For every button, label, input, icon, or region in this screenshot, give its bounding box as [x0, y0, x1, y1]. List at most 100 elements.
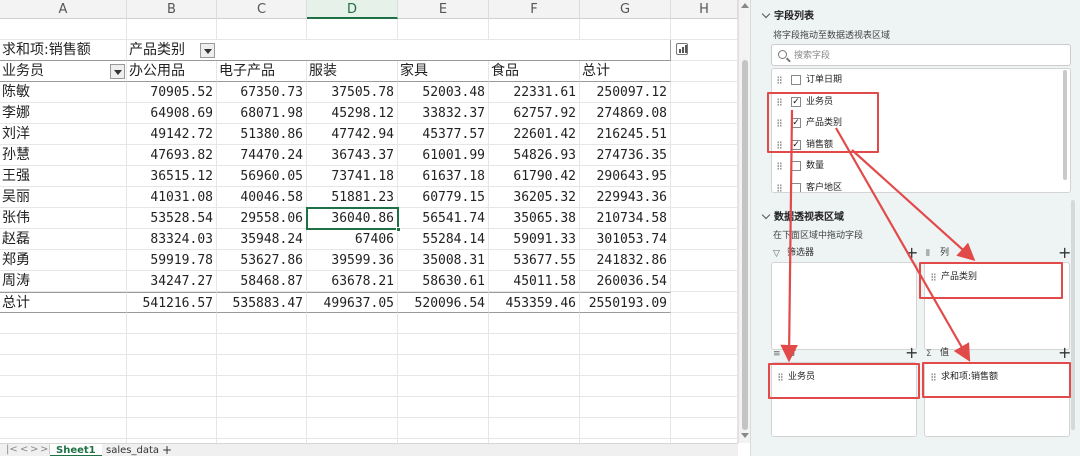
empty-cell[interactable]: [398, 418, 489, 439]
pivot-value-cell[interactable]: 59919.78: [127, 250, 217, 271]
empty-cell[interactable]: [671, 208, 738, 229]
empty-cell[interactable]: [580, 418, 671, 439]
pivot-value-cell[interactable]: 47693.82: [127, 145, 217, 166]
empty-cell[interactable]: [217, 313, 307, 334]
rows-zone[interactable]: 业务员: [771, 362, 917, 437]
column-header-h[interactable]: H: [671, 0, 738, 19]
pivot-value-cell[interactable]: 37505.78: [307, 82, 398, 103]
empty-cell[interactable]: [671, 292, 738, 313]
vertical-scrollbar[interactable]: [738, 0, 750, 443]
empty-cell[interactable]: [217, 376, 307, 397]
pivot-value-cell[interactable]: 49142.72: [127, 124, 217, 145]
field-item[interactable]: ✓ 业务员: [772, 93, 1052, 111]
empty-cell[interactable]: [217, 397, 307, 418]
pivot-value-cell[interactable]: 260036.54: [580, 271, 671, 292]
pivot-row-label[interactable]: 郑勇: [0, 250, 127, 271]
empty-cell[interactable]: [0, 334, 127, 355]
drag-handle-icon[interactable]: [777, 119, 782, 127]
pivot-value-cell[interactable]: 45377.57: [398, 124, 489, 145]
add-row-button[interactable]: +: [905, 345, 918, 361]
pivot-value-cell[interactable]: 54826.93: [489, 145, 580, 166]
pivot-category-header[interactable]: 服装: [307, 61, 398, 82]
empty-cell[interactable]: [489, 397, 580, 418]
empty-cell[interactable]: [0, 376, 127, 397]
pivot-value-label[interactable]: 求和项:销售额: [0, 40, 127, 61]
empty-cell[interactable]: [0, 19, 127, 40]
pivot-row-label[interactable]: 周涛: [0, 271, 127, 292]
empty-cell[interactable]: [398, 19, 489, 40]
pivot-grand-total-label[interactable]: 总计: [0, 292, 127, 313]
empty-cell[interactable]: [671, 229, 738, 250]
pivot-value-cell[interactable]: 53528.54: [127, 208, 217, 229]
empty-cell[interactable]: [127, 355, 217, 376]
empty-cell[interactable]: [398, 334, 489, 355]
empty-cell[interactable]: [307, 397, 398, 418]
rows-zone-field[interactable]: 业务员: [778, 369, 815, 385]
empty-cell[interactable]: [580, 313, 671, 334]
pivot-category-header[interactable]: 总计: [580, 61, 671, 82]
pivot-row-label[interactable]: 李娜: [0, 103, 127, 124]
empty-cell[interactable]: [671, 376, 738, 397]
empty-cell[interactable]: [671, 250, 738, 271]
field-list-title[interactable]: 字段列表: [761, 7, 814, 22]
pivot-row-label[interactable]: 王强: [0, 166, 127, 187]
pivot-value-cell[interactable]: 250097.12: [580, 82, 671, 103]
drag-handle-icon[interactable]: [777, 97, 782, 106]
empty-cell[interactable]: [580, 19, 671, 40]
drag-handle-icon[interactable]: [777, 183, 782, 192]
add-value-button[interactable]: +: [1058, 345, 1071, 361]
pivot-category-header[interactable]: 食品: [489, 61, 580, 82]
empty-cell[interactable]: [127, 397, 217, 418]
add-column-button[interactable]: +: [1058, 245, 1071, 261]
pivot-value-cell[interactable]: 61001.99: [398, 145, 489, 166]
empty-cell[interactable]: [671, 166, 738, 187]
pivot-grand-total-cell[interactable]: 541216.57: [127, 292, 217, 313]
pivot-value-cell[interactable]: 216245.51: [580, 124, 671, 145]
pivot-grand-total-cell[interactable]: 499637.05: [307, 292, 398, 313]
row-field-dropdown-button[interactable]: [110, 64, 125, 79]
column-header-b[interactable]: B: [127, 0, 217, 19]
drag-handle-icon[interactable]: [777, 162, 782, 170]
empty-cell[interactable]: [217, 418, 307, 439]
pivot-row-field-label[interactable]: 业务员: [0, 61, 127, 82]
empty-cell[interactable]: [671, 418, 738, 439]
pivot-value-cell[interactable]: 74470.24: [217, 145, 307, 166]
add-sheet-button[interactable]: +: [156, 444, 178, 456]
empty-cell[interactable]: [307, 19, 398, 40]
column-field-dropdown-button[interactable]: [200, 43, 215, 58]
pivot-value-cell[interactable]: 301053.74: [580, 229, 671, 250]
empty-cell[interactable]: [127, 313, 217, 334]
pivot-category-header[interactable]: 家具: [398, 61, 489, 82]
empty-cell[interactable]: [127, 19, 217, 40]
empty-cell[interactable]: [489, 334, 580, 355]
pivot-value-cell[interactable]: 290643.95: [580, 166, 671, 187]
pivot-grand-total-cell[interactable]: 453359.46: [489, 292, 580, 313]
prev-sheet-icon[interactable]: <: [20, 444, 28, 455]
empty-cell[interactable]: [0, 313, 127, 334]
pivot-value-cell[interactable]: 55284.14: [398, 229, 489, 250]
field-checkbox[interactable]: ✓: [791, 139, 801, 150]
pivot-value-cell[interactable]: 22331.61: [489, 82, 580, 103]
pivot-value-cell[interactable]: 73741.18: [307, 166, 398, 187]
empty-cell[interactable]: [398, 397, 489, 418]
empty-cell[interactable]: [580, 355, 671, 376]
empty-cell[interactable]: [489, 418, 580, 439]
pivot-value-cell[interactable]: 83324.03: [127, 229, 217, 250]
filter-zone[interactable]: [771, 262, 917, 350]
empty-cell[interactable]: [217, 355, 307, 376]
values-zone-field[interactable]: 求和项:销售额: [931, 369, 998, 385]
drag-handle-icon[interactable]: [777, 76, 782, 84]
pivot-grand-total-cell[interactable]: 520096.54: [398, 292, 489, 313]
pivot-value-cell[interactable]: 61637.18: [398, 166, 489, 187]
column-header-f[interactable]: F: [489, 0, 580, 19]
empty-cell[interactable]: [127, 376, 217, 397]
pivot-value-cell[interactable]: 56960.05: [217, 166, 307, 187]
empty-cell[interactable]: [671, 334, 738, 355]
drag-handle-icon[interactable]: [777, 140, 782, 149]
pivot-value-cell[interactable]: 53627.86: [217, 250, 307, 271]
empty-cell[interactable]: [307, 418, 398, 439]
empty-cell[interactable]: [307, 376, 398, 397]
pivot-row-label[interactable]: 孙慧: [0, 145, 127, 166]
column-header-e[interactable]: E: [398, 0, 489, 19]
areas-title[interactable]: 数据透视表区域: [761, 208, 844, 223]
